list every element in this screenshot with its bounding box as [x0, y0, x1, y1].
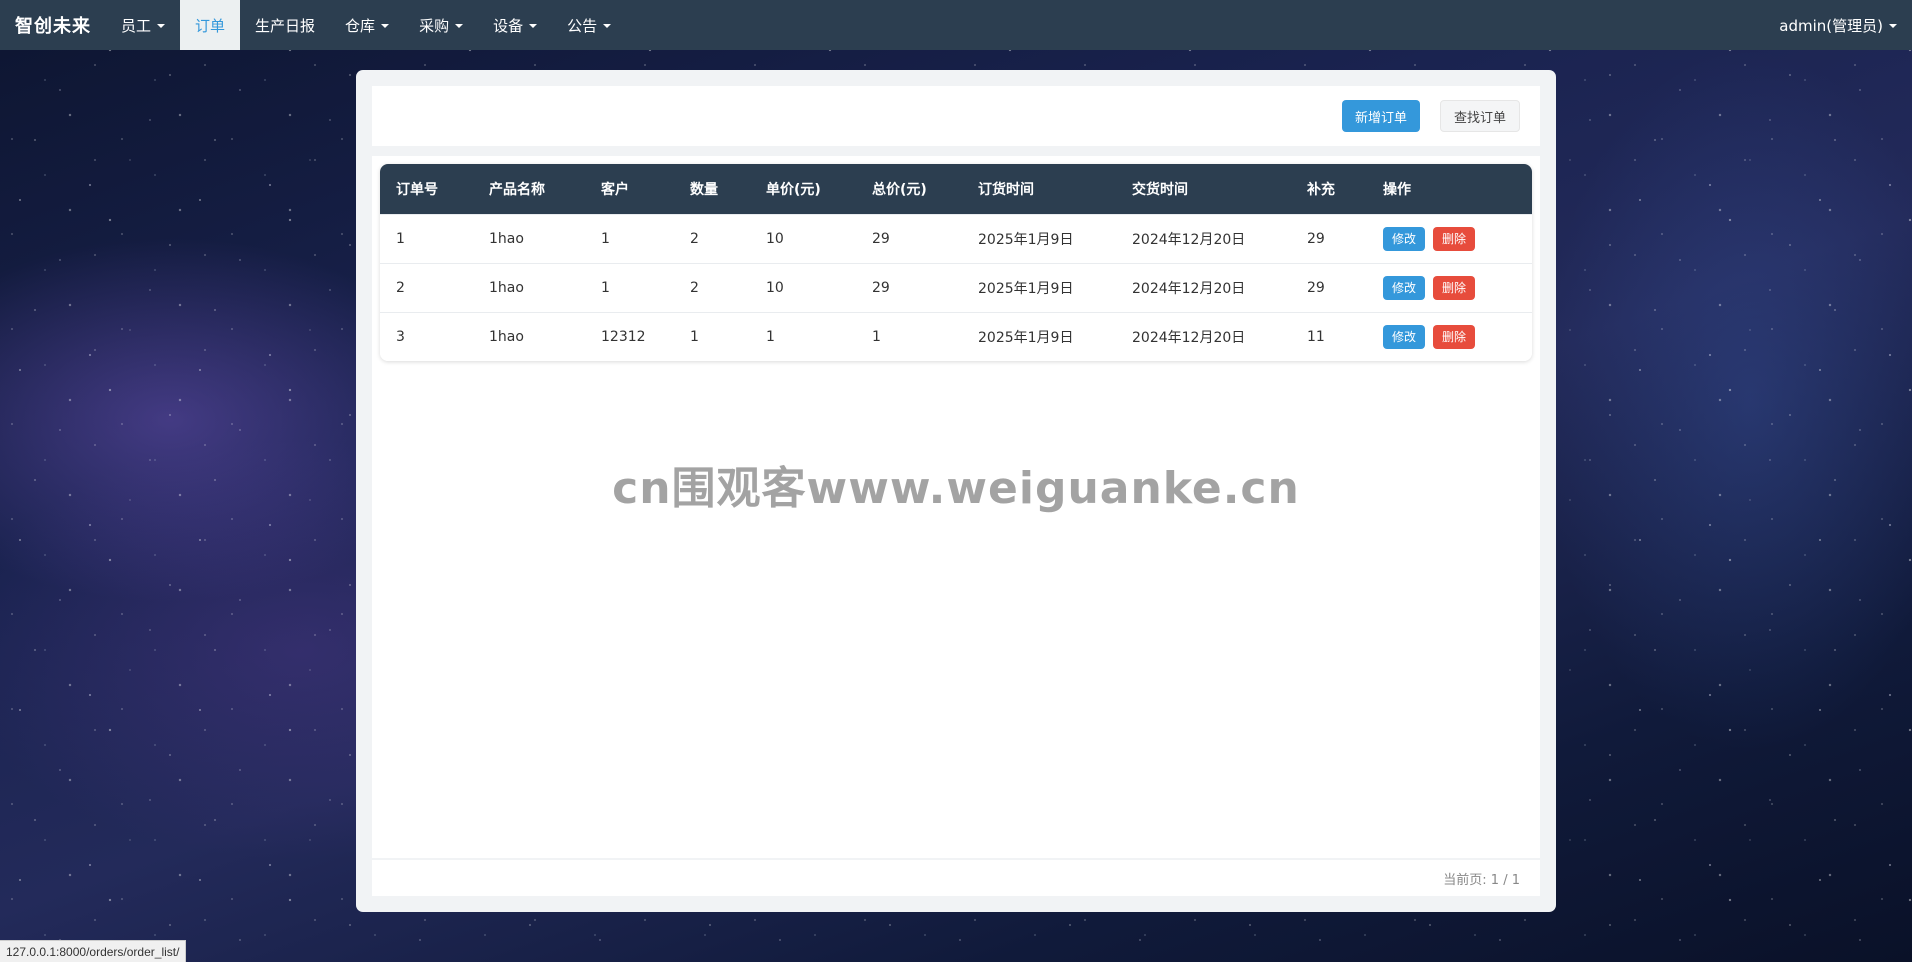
nav-item-equipment[interactable]: 设备	[478, 0, 552, 50]
cell-unit-price: 10	[750, 262, 856, 312]
orders-table-container: 订单号 产品名称 客户 数量 单价(元) 总价(元) 订货时间 交货时间 补充 …	[380, 164, 1532, 361]
cell-actions: 修改 删除	[1367, 311, 1532, 361]
delete-button[interactable]: 删除	[1433, 324, 1476, 349]
nav-item-purchase[interactable]: 采购	[404, 0, 478, 50]
column-header: 订货时间	[978, 181, 1034, 198]
cell-product-name: 1hao	[473, 213, 585, 263]
top-navbar: 智创未来 员工 订单 生产日报 仓库 采购 设备 公告 admin(管理员)	[0, 0, 1912, 50]
cell-order-date: 2025年1月9日	[962, 311, 1116, 361]
nav-item-orders[interactable]: 订单	[180, 0, 241, 50]
user-menu[interactable]: admin(管理员)	[1764, 0, 1912, 50]
edit-button[interactable]: 修改	[1383, 275, 1426, 300]
edit-button[interactable]: 修改	[1383, 324, 1426, 349]
watermark-text: cn围观客www.weiguanke.cn	[612, 463, 1300, 514]
edit-button[interactable]: 修改	[1383, 226, 1426, 251]
table-row: 1 1hao 1 2 10 29 2025年1月9日 2024年12月20日 2…	[380, 213, 1532, 263]
cell-total-price: 29	[856, 262, 962, 312]
cell-customer: 12312	[585, 311, 674, 361]
nav-item-announcement[interactable]: 公告	[552, 0, 626, 50]
table-header-row: 订单号 产品名称 客户 数量 单价(元) 总价(元) 订货时间 交货时间 补充 …	[380, 164, 1532, 214]
user-name: admin(管理员)	[1779, 16, 1883, 35]
nav-item-label: 员工	[121, 16, 152, 35]
column-header: 补充	[1307, 181, 1335, 198]
cell-order-date: 2025年1月9日	[962, 262, 1116, 312]
cell-delivery-date: 2024年12月20日	[1116, 213, 1291, 263]
nav-item-label: 订单	[195, 16, 226, 35]
cell-note: 29	[1291, 262, 1367, 312]
nav-item-label: 设备	[493, 16, 524, 35]
cell-quantity: 1	[674, 311, 750, 361]
nav-right: admin(管理员)	[1764, 0, 1912, 50]
delete-button[interactable]: 删除	[1433, 275, 1476, 300]
column-header: 总价(元)	[872, 181, 927, 198]
column-header: 操作	[1383, 181, 1411, 198]
cell-actions: 修改 删除	[1367, 213, 1532, 263]
column-header: 产品名称	[489, 181, 545, 198]
caret-down-icon	[1889, 24, 1897, 28]
cell-product-name: 1hao	[473, 311, 585, 361]
column-header: 客户	[601, 181, 629, 198]
nav-item-staff[interactable]: 员工	[106, 0, 180, 50]
nav-item-warehouse[interactable]: 仓库	[330, 0, 404, 50]
toolbar: 新增订单 查找订单	[372, 86, 1540, 146]
cell-order-id: 1	[380, 213, 473, 263]
cell-unit-price: 1	[750, 311, 856, 361]
main-panel: 新增订单 查找订单 订单号 产品名称 客户 数量 单价(元) 总价(元) 订货时…	[356, 70, 1556, 912]
nav-item-label: 公告	[567, 16, 598, 35]
cell-order-id: 2	[380, 262, 473, 312]
browser-status-bar: 127.0.0.1:8000/orders/order_list/	[0, 940, 187, 962]
column-header: 单价(元)	[766, 181, 821, 198]
pagination-text: 当前页: 1 / 1	[1443, 872, 1520, 888]
cell-order-date: 2025年1月9日	[962, 213, 1116, 263]
caret-down-icon	[529, 24, 538, 28]
pagination-bar: 当前页: 1 / 1	[372, 860, 1540, 896]
nav-item-label: 仓库	[345, 16, 376, 35]
column-header: 交货时间	[1132, 181, 1188, 198]
cell-order-id: 3	[380, 311, 473, 361]
brand-logo[interactable]: 智创未来	[0, 0, 106, 50]
cell-total-price: 1	[856, 311, 962, 361]
cell-total-price: 29	[856, 213, 962, 263]
caret-down-icon	[381, 24, 390, 28]
orders-table: 订单号 产品名称 客户 数量 单价(元) 总价(元) 订货时间 交货时间 补充 …	[380, 164, 1532, 361]
cell-note: 11	[1291, 311, 1367, 361]
cell-quantity: 2	[674, 262, 750, 312]
cell-delivery-date: 2024年12月20日	[1116, 262, 1291, 312]
table-row: 2 1hao 1 2 10 29 2025年1月9日 2024年12月20日 2…	[380, 262, 1532, 312]
cell-customer: 1	[585, 213, 674, 263]
cell-customer: 1	[585, 262, 674, 312]
cell-product-name: 1hao	[473, 262, 585, 312]
cell-actions: 修改 删除	[1367, 262, 1532, 312]
column-header: 订单号	[396, 181, 438, 198]
delete-button[interactable]: 删除	[1433, 226, 1476, 251]
search-order-button[interactable]: 查找订单	[1439, 100, 1520, 132]
cell-note: 29	[1291, 213, 1367, 263]
content-area: 订单号 产品名称 客户 数量 单价(元) 总价(元) 订货时间 交货时间 补充 …	[372, 156, 1540, 858]
table-row: 3 1hao 12312 1 1 1 2025年1月9日 2024年12月20日…	[380, 311, 1532, 361]
column-header: 数量	[690, 181, 718, 198]
caret-down-icon	[455, 24, 464, 28]
status-url: 127.0.0.1:8000/orders/order_list/	[6, 944, 180, 959]
cell-quantity: 2	[674, 213, 750, 263]
nav-item-label: 采购	[419, 16, 450, 35]
nav-item-label: 生产日报	[255, 16, 316, 35]
cell-delivery-date: 2024年12月20日	[1116, 311, 1291, 361]
caret-down-icon	[157, 24, 166, 28]
cell-unit-price: 10	[750, 213, 856, 263]
add-order-button[interactable]: 新增订单	[1341, 100, 1420, 132]
caret-down-icon	[603, 24, 612, 28]
nav-item-daily-report[interactable]: 生产日报	[240, 0, 330, 50]
